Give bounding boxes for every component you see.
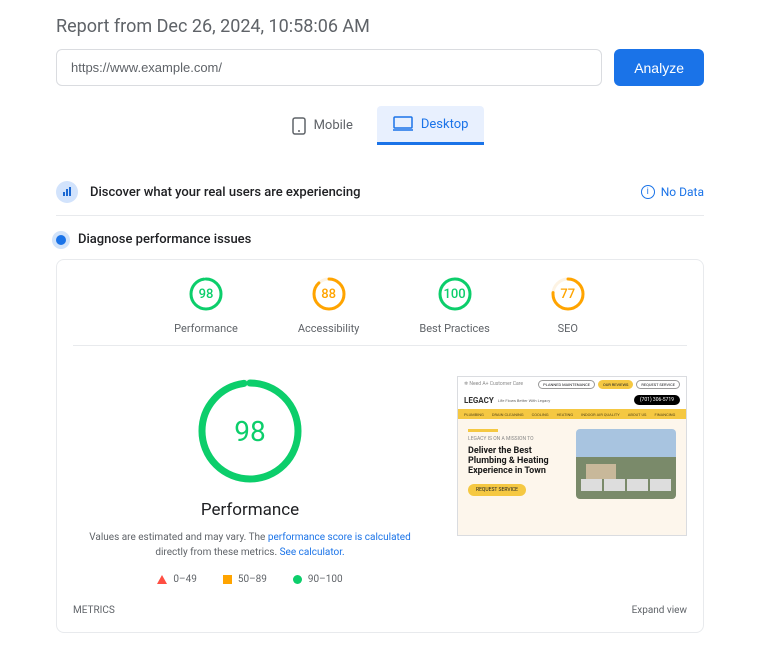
tab-mobile[interactable]: Mobile — [276, 106, 369, 145]
gauge-row: 98 Performance 88 Accessibility 100 Best… — [73, 276, 687, 346]
no-data-indicator[interactable]: i No Data — [641, 185, 704, 199]
big-gauge: 98 — [195, 376, 305, 486]
gauge-best-value: 100 — [437, 276, 473, 312]
discover-section-head: Discover what your real users are experi… — [56, 169, 704, 216]
tab-mobile-label: Mobile — [314, 118, 353, 133]
thumb-hero-image — [576, 429, 676, 499]
gauge-best-practices[interactable]: 100 Best Practices — [419, 276, 489, 335]
no-data-label: No Data — [661, 185, 704, 199]
thumb-phone: (701) 306-5719 — [634, 395, 680, 405]
discover-title: Discover what your real users are experi… — [90, 185, 361, 200]
gauge-accessibility[interactable]: 88 Accessibility — [298, 276, 360, 335]
desktop-icon — [393, 116, 413, 132]
tab-desktop-label: Desktop — [421, 117, 469, 132]
legend-good: 90–100 — [293, 574, 343, 585]
gauge-accessibility-value: 88 — [311, 276, 347, 312]
gauge-performance-label: Performance — [174, 322, 238, 335]
diagnose-title: Diagnose performance issues — [78, 232, 251, 247]
page-thumbnail: ❄ Need A+ Customer Care PLANNED MAINTENA… — [457, 376, 687, 536]
device-tabs: Mobile Desktop — [56, 106, 704, 145]
analyze-button[interactable]: Analyze — [614, 49, 704, 86]
report-title: Report from Dec 26, 2024, 10:58:06 AM — [56, 16, 704, 37]
gauge-performance-value: 98 — [188, 276, 224, 312]
gauge-accessibility-label: Accessibility — [298, 322, 360, 335]
big-gauge-label: Performance — [73, 500, 427, 520]
gauge-best-label: Best Practices — [419, 322, 489, 335]
gauge-seo-label: SEO — [550, 322, 586, 335]
tab-desktop[interactable]: Desktop — [377, 106, 485, 145]
gauge-seo[interactable]: 77 SEO — [550, 276, 586, 335]
gauge-performance[interactable]: 98 Performance — [174, 276, 238, 335]
metrics-label: METRICS — [73, 605, 115, 616]
circle-icon — [293, 575, 302, 584]
radar-icon — [56, 235, 66, 245]
mobile-icon — [292, 117, 306, 135]
diagnose-section: Diagnose performance issues 98 Performan… — [56, 232, 704, 633]
triangle-icon — [157, 575, 167, 584]
square-icon — [223, 575, 232, 584]
big-gauge-value: 98 — [195, 376, 305, 486]
score-calc-link[interactable]: performance score is calculated — [268, 532, 411, 543]
score-legend: 0–49 50–89 90–100 — [73, 574, 427, 585]
performance-card: 98 Performance 88 Accessibility 100 Best… — [56, 259, 704, 633]
discover-icon — [56, 181, 78, 203]
search-row: Analyze — [56, 49, 704, 86]
expand-view-link[interactable]: Expand view — [632, 605, 687, 616]
thumb-logo: LEGACY — [464, 396, 494, 405]
legend-poor: 0–49 — [157, 574, 196, 585]
big-gauge-column: 98 Performance Values are estimated and … — [73, 376, 427, 585]
metrics-footer: METRICS Expand view — [73, 605, 687, 616]
see-calc-link[interactable]: See calculator. — [280, 547, 345, 558]
info-icon: i — [641, 185, 655, 199]
performance-description: Values are estimated and may vary. The p… — [73, 530, 427, 560]
url-input[interactable] — [56, 49, 602, 86]
lower-row: 98 Performance Values are estimated and … — [73, 376, 687, 585]
gauge-seo-value: 77 — [550, 276, 586, 312]
legend-mid: 50–89 — [223, 574, 267, 585]
